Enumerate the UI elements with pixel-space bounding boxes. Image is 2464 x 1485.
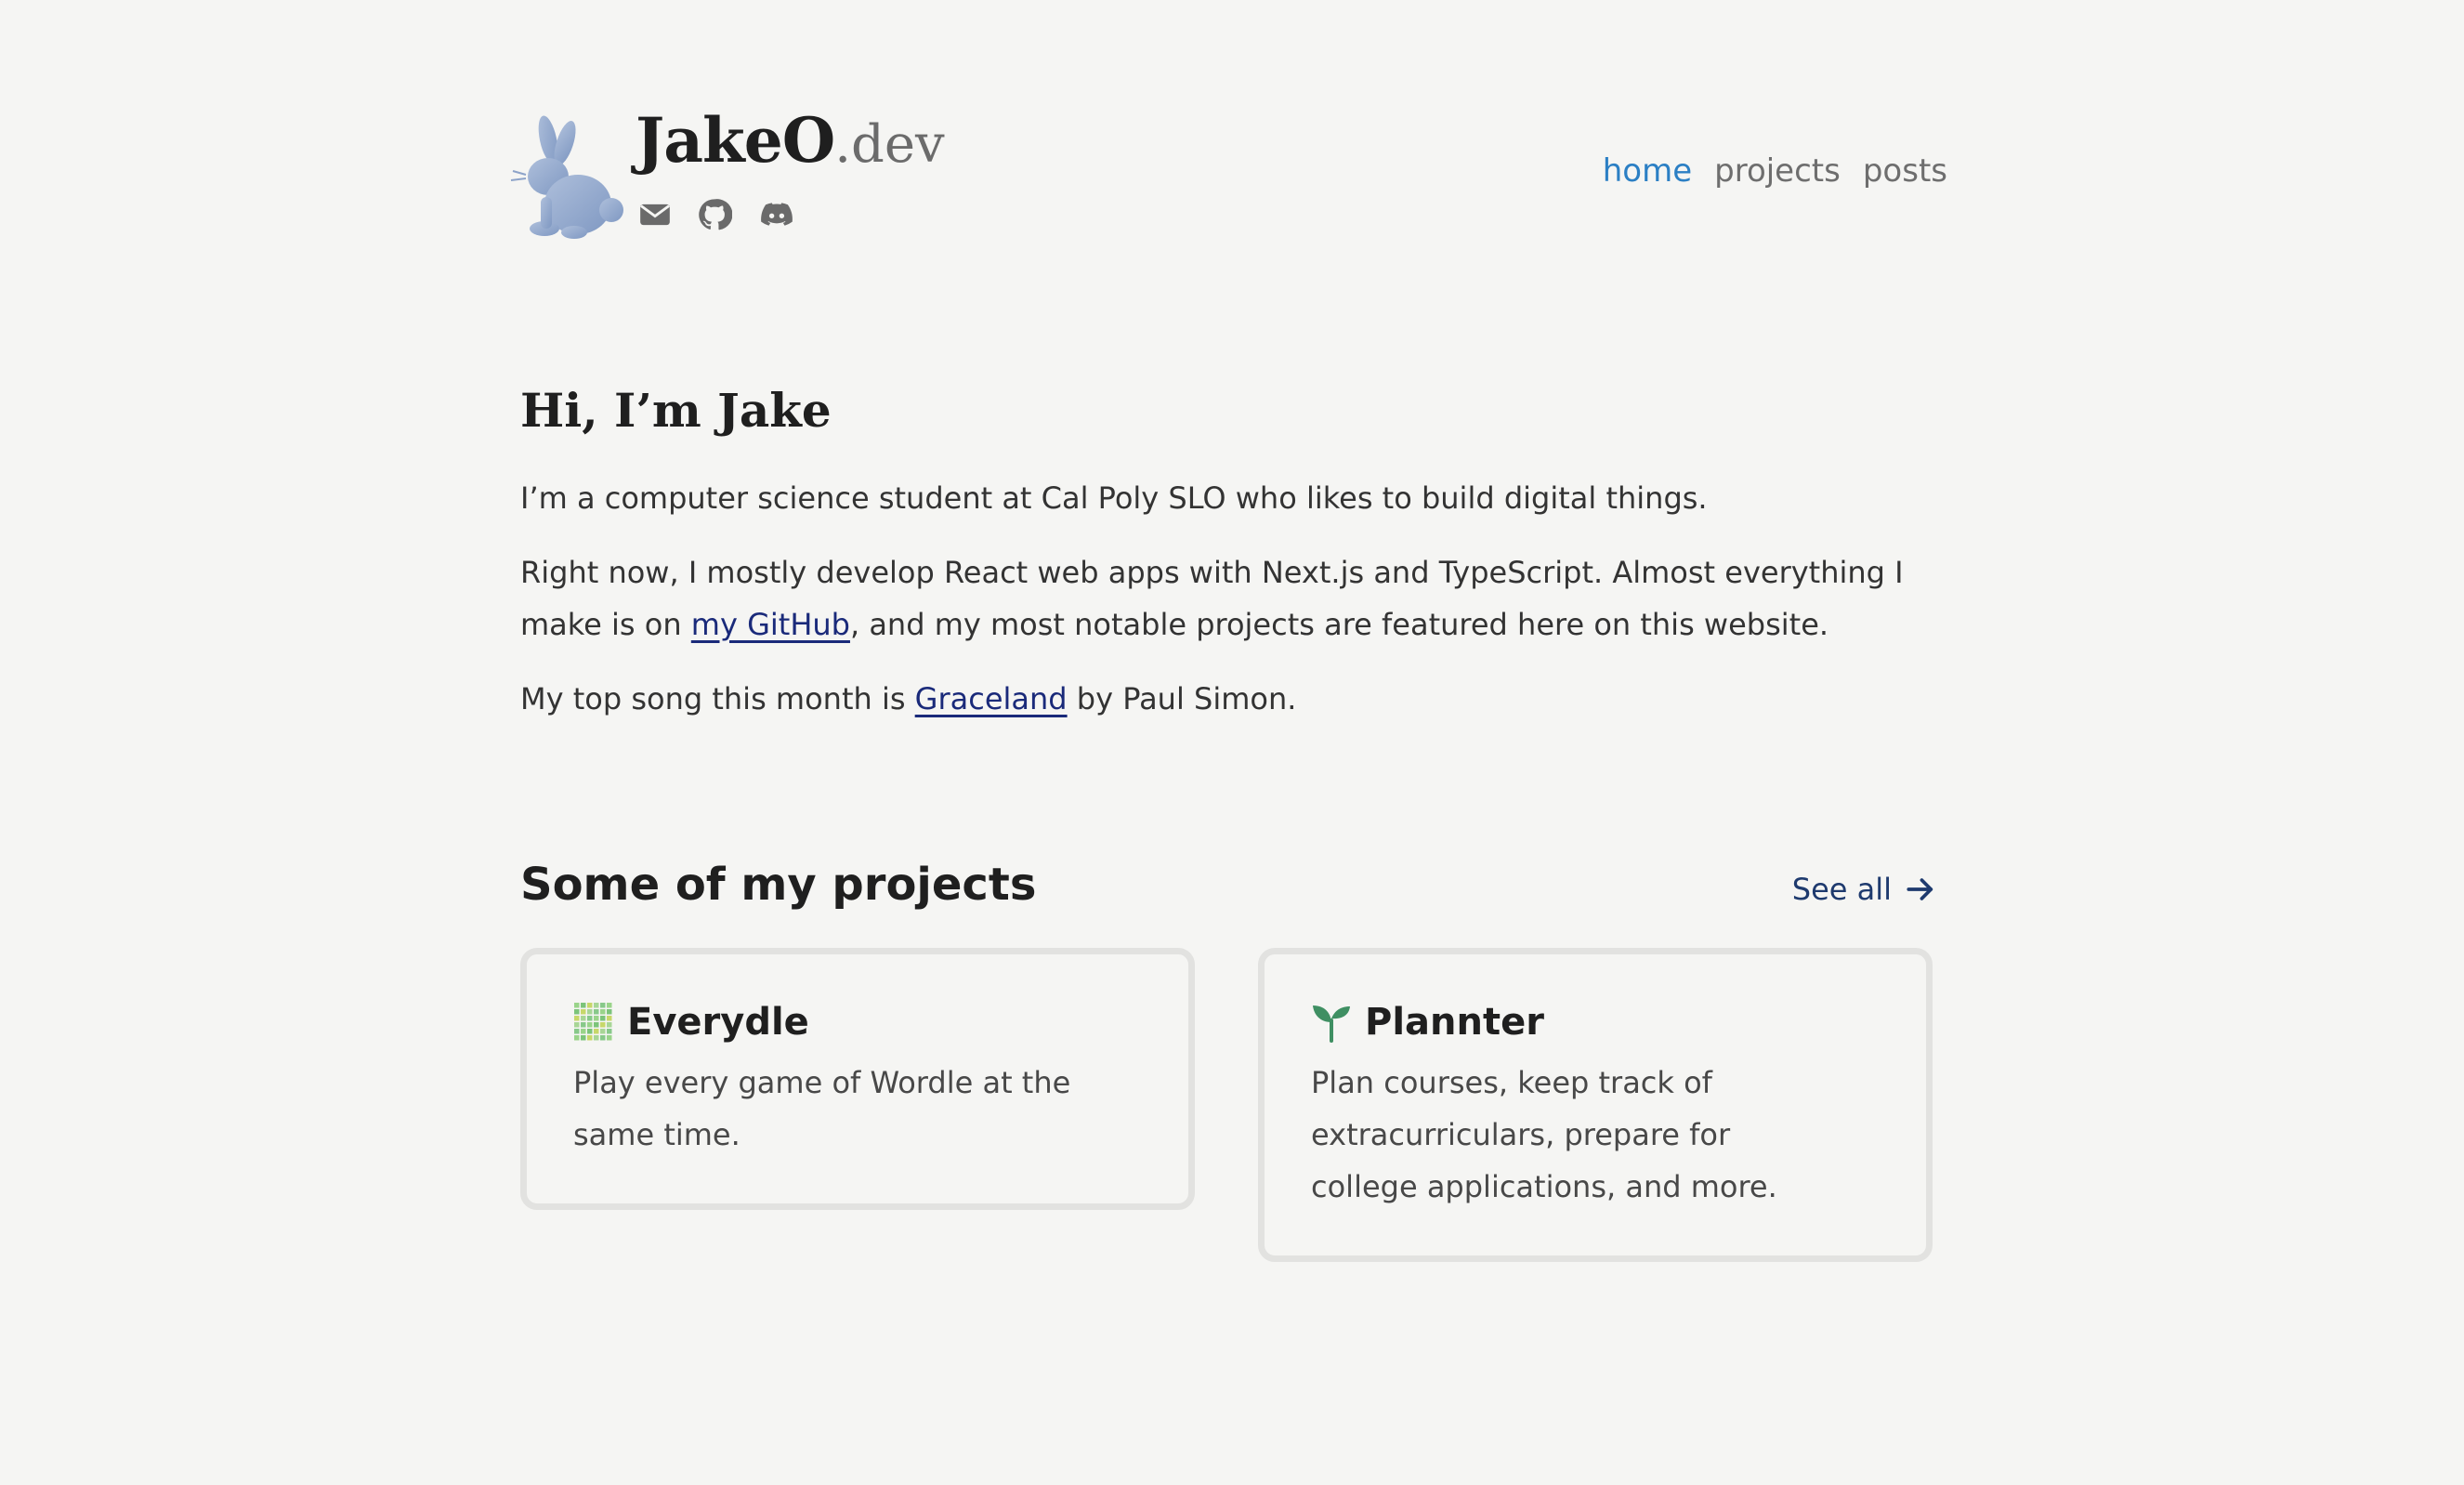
intro-p2-text-end: , and my most notable projects are featu… <box>849 607 1829 642</box>
sprout-icon <box>1313 1005 1350 1043</box>
see-all-link[interactable]: See all <box>1792 872 1936 907</box>
intro-paragraph-3: My top song this month is Graceland by P… <box>520 673 1951 725</box>
song-link[interactable]: Graceland <box>915 681 1068 716</box>
project-card-plannter[interactable]: Plannter Plan courses, keep track of ext… <box>1258 948 1933 1262</box>
rabbit-icon[interactable] <box>507 110 628 240</box>
project-card-everydle[interactable]: Everydle Play every game of Wordle at th… <box>520 948 1195 1210</box>
card-header: Plannter <box>1311 1001 1880 1044</box>
brand-name: JakeO <box>636 104 835 177</box>
project-description: Play every game of Wordle at the same ti… <box>573 1065 1071 1152</box>
projects-heading: Some of my projects <box>520 859 1037 911</box>
grid-icon <box>574 1003 612 1041</box>
site-brand[interactable]: JakeO.dev <box>636 110 945 171</box>
intro-paragraph-1: I’m a computer science student at Cal Po… <box>520 480 1708 516</box>
intro-heading: Hi, I’m Jake <box>520 383 832 438</box>
intro-p3-text: My top song this month is <box>520 681 915 716</box>
nav-home[interactable]: home <box>1603 152 1692 190</box>
intro-paragraph-2: Right now, I mostly develop React web ap… <box>520 546 1951 651</box>
see-all-label: See all <box>1791 872 1892 907</box>
intro-p3-text-end: by Paul Simon. <box>1067 681 1297 716</box>
project-name: Plannter <box>1365 1001 1544 1044</box>
social-links <box>637 197 797 232</box>
github-link[interactable]: my GitHub <box>691 607 850 642</box>
project-description: Plan courses, keep track of extracurricu… <box>1311 1065 1777 1204</box>
discord-icon[interactable] <box>756 197 797 232</box>
card-header: Everydle <box>573 1001 1142 1044</box>
email-icon[interactable] <box>637 197 673 232</box>
github-icon[interactable] <box>697 197 732 232</box>
nav-projects[interactable]: projects <box>1714 152 1841 190</box>
main-nav: home projects posts <box>1603 152 1947 190</box>
project-name: Everydle <box>627 1001 809 1044</box>
nav-posts[interactable]: posts <box>1863 152 1947 190</box>
brand-tld: .dev <box>834 114 945 175</box>
arrow-right-icon <box>1907 878 1933 900</box>
